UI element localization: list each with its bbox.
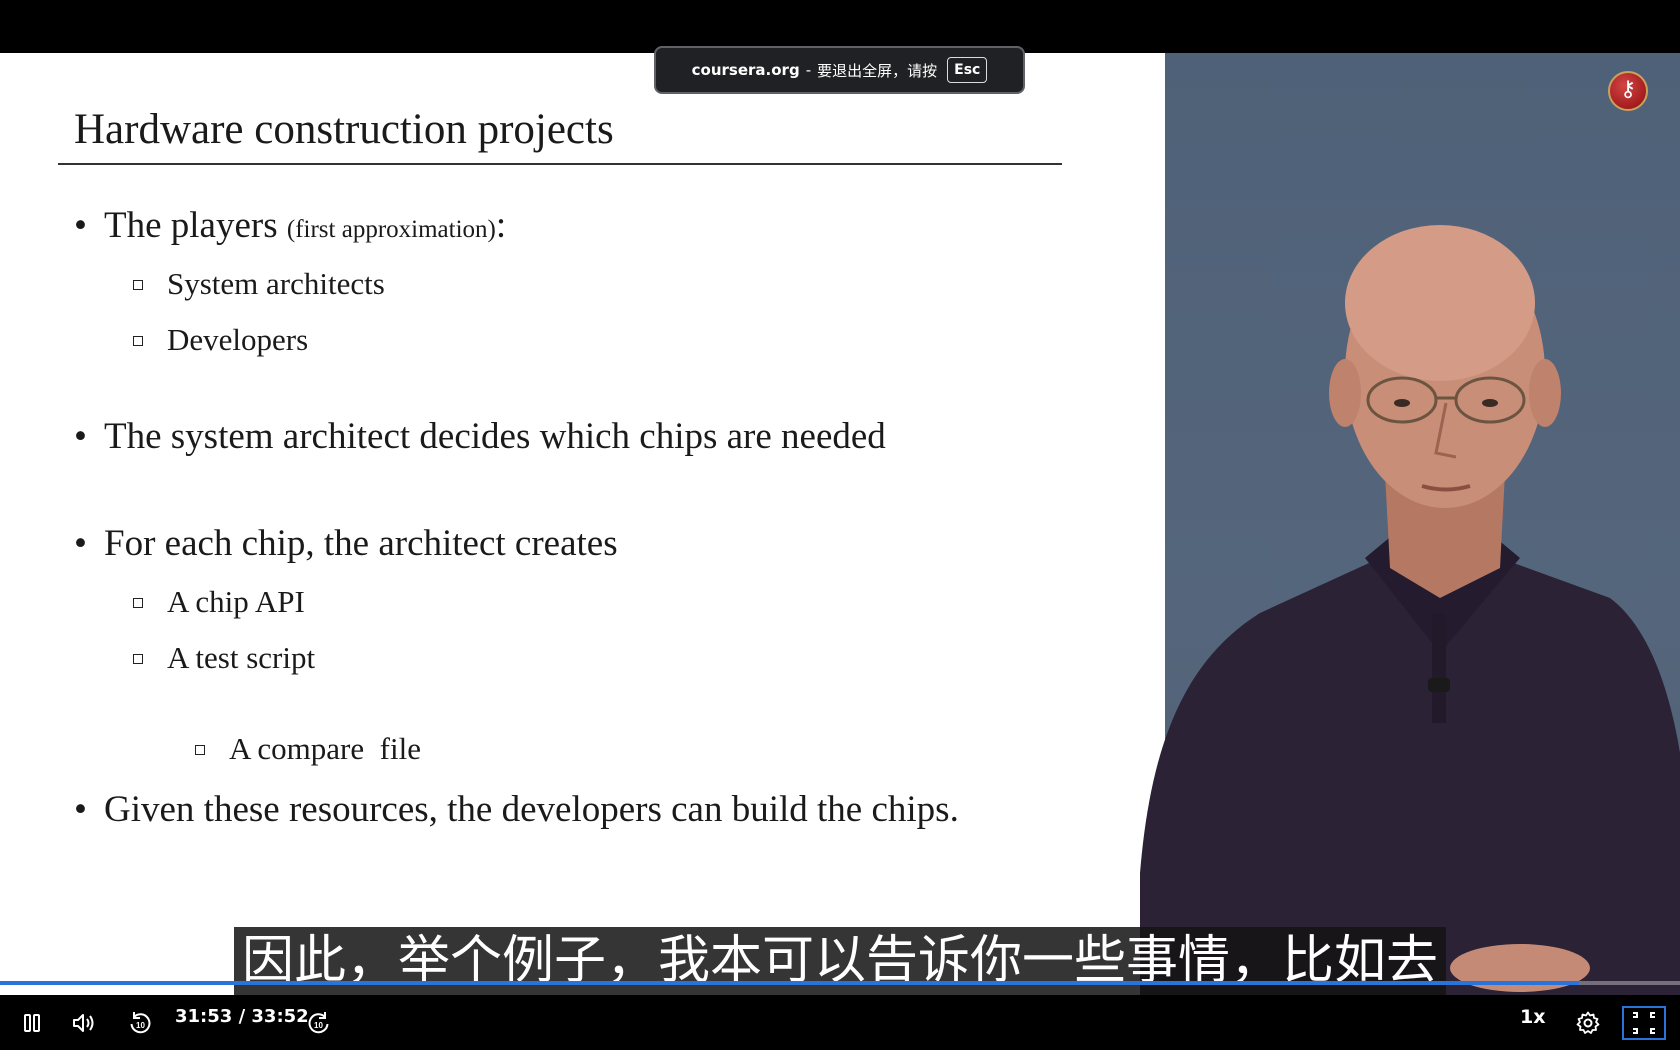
rewind-10-icon: 10 [130, 1011, 151, 1033]
square-bullet-icon [133, 279, 143, 290]
gear-icon [1576, 1011, 1600, 1034]
lecture-slide: Hardware construction projects • The play… [0, 53, 1165, 995]
progress-played [0, 981, 1580, 985]
hint-separator: - [805, 61, 812, 79]
volume-icon [73, 1013, 94, 1032]
bullet-dot: • [74, 205, 87, 246]
video-frame[interactable]: Hardware construction projects • The play… [0, 53, 1680, 995]
sub-item-text: A compare file [229, 731, 421, 766]
fullscreen-exit-hint: coursera.org - 要退出全屏，请按 Esc [654, 46, 1025, 94]
pause-button[interactable] [14, 995, 50, 1050]
university-logo: ⚷ [1608, 71, 1648, 111]
pause-icon [24, 1013, 40, 1032]
square-bullet-icon [133, 653, 143, 664]
exit-fullscreen-button[interactable] [1622, 995, 1666, 1050]
bullet-text: The players [104, 205, 278, 246]
video-player: Hardware construction projects • The play… [0, 0, 1680, 1050]
presenter-image [1140, 225, 1680, 995]
bullet-text: For each chip, the architect creates [104, 523, 618, 564]
forward-10-button[interactable]: 10 [301, 995, 337, 1050]
bullet-text: Given these resources, the developers ca… [104, 789, 959, 830]
square-bullet-icon [133, 597, 143, 608]
sub-item-text: A test script [167, 640, 316, 675]
playback-speed-button[interactable]: 1x [1520, 995, 1545, 1050]
bullet-dot: • [74, 416, 87, 457]
title-underline [58, 163, 1062, 165]
square-bullet-icon [195, 744, 205, 755]
sub-item-text: System architects [167, 266, 385, 301]
bullet-architect: • The system architect decides which chip… [74, 415, 886, 458]
logo-mark-icon: ⚷ [1619, 77, 1637, 102]
bullet-resources: • Given these resources, the developers c… [74, 788, 959, 831]
rewind-10-button[interactable]: 10 [122, 995, 158, 1050]
sub-item-text: A chip API [167, 584, 305, 619]
forward-seconds-label: 10 [314, 1021, 323, 1030]
rewind-seconds-label: 10 [136, 1021, 145, 1030]
esc-key-badge: Esc [947, 57, 988, 83]
sub-item: A compare file [133, 695, 421, 803]
forward-10-icon: 10 [308, 1011, 329, 1033]
bullet-suffix: : [495, 205, 507, 246]
exit-fullscreen-icon [1622, 1005, 1666, 1040]
square-bullet-icon [133, 335, 143, 346]
progress-bar[interactable] [0, 981, 1680, 985]
bullet-note: (first approximation) [286, 216, 496, 243]
slide-title: Hardware construction projects [74, 106, 614, 153]
bullet-players: • The players (first approximation): [74, 204, 506, 247]
sub-item: A chip API [133, 584, 305, 620]
hint-message: 要退出全屏，请按 [817, 61, 938, 80]
bullet-dot: • [74, 523, 87, 564]
hint-domain: coursera.org [691, 61, 800, 79]
settings-button[interactable] [1570, 995, 1606, 1050]
bullet-text: The system architect decides which chips… [104, 416, 886, 457]
time-display: 31:53 / 33:52 [175, 1006, 309, 1027]
volume-button[interactable] [66, 995, 102, 1050]
sub-item-text: Developers [167, 322, 309, 357]
sub-item: A test script [133, 640, 315, 676]
control-bar: 10 31:53 / 33:52 10 1x [0, 995, 1680, 1050]
bullet-each-chip: • For each chip, the architect creates [74, 522, 618, 565]
sub-item: Developers [133, 322, 308, 358]
bullet-dot: • [74, 789, 87, 830]
sub-item: System architects [133, 266, 385, 302]
